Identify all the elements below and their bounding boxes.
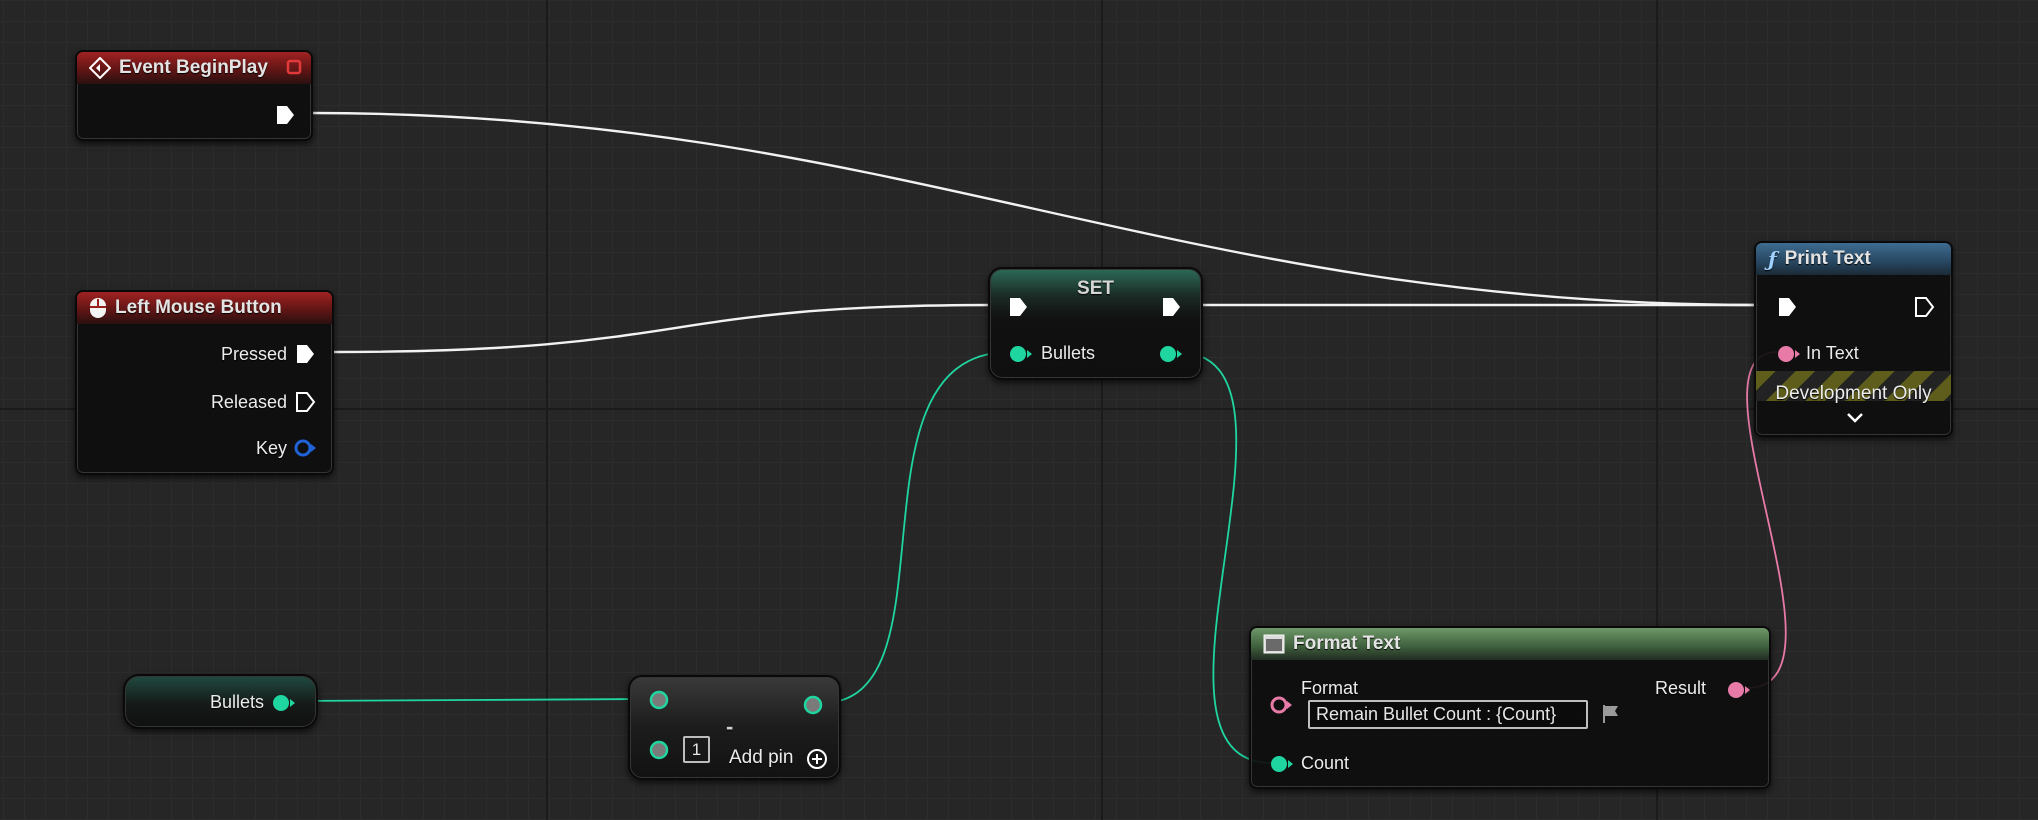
stop-square-icon — [286, 59, 302, 75]
result-label: Result — [1654, 678, 1706, 698]
subtract-input-b-value[interactable]: 1 — [683, 736, 710, 763]
print-exec-in-pin[interactable] — [1776, 296, 1798, 318]
development-only-label: Development Only — [1775, 383, 1932, 404]
format-text-icon — [1263, 634, 1285, 654]
format-label: Format — [1301, 678, 1359, 698]
subtract-input-b-pin[interactable] — [648, 739, 670, 761]
bullets-getter-label: Bullets — [209, 692, 264, 712]
key-label: Key — [255, 438, 287, 458]
format-text-node[interactable]: Format Text Format Remain Bullet Count :… — [1249, 626, 1771, 789]
bullets-getter-node[interactable]: Bullets — [123, 674, 318, 729]
diamond-event-icon — [89, 57, 111, 79]
left-mouse-button-title: Left Mouse Button — [115, 297, 282, 318]
mouse-icon — [90, 298, 106, 318]
function-f-icon: ƒ — [1768, 247, 1777, 271]
set-exec-in-pin[interactable] — [1007, 296, 1029, 318]
released-label: Released — [210, 392, 287, 412]
left-mouse-button-node[interactable]: Left Mouse Button Pressed Released Key — [75, 290, 334, 475]
set-bullets-label: Bullets — [1041, 343, 1096, 363]
released-exec-pin[interactable] — [294, 391, 316, 413]
print-exec-out-pin[interactable] — [1913, 296, 1935, 318]
print-text-node[interactable]: ƒ Print Text In Text Development Only — [1754, 241, 1953, 437]
set-exec-out-pin[interactable] — [1160, 296, 1182, 318]
left-mouse-button-header[interactable]: Left Mouse Button — [77, 292, 332, 324]
pressed-label: Pressed — [220, 344, 287, 364]
subtract-operator-label: - — [726, 714, 734, 739]
pressed-exec-pin[interactable] — [294, 343, 316, 365]
format-text-input[interactable]: Remain Bullet Count : {Count} — [1308, 700, 1588, 729]
set-bullets-out-pin[interactable] — [1158, 343, 1184, 365]
event-beginplay-title: Event BeginPlay — [119, 57, 268, 78]
subtract-node[interactable]: 1 - Add pin — [628, 675, 841, 780]
result-pin[interactable] — [1726, 679, 1752, 701]
format-text-title: Format Text — [1293, 633, 1401, 654]
set-bullets-in-pin[interactable] — [1008, 343, 1034, 365]
print-text-header[interactable]: ƒ Print Text — [1756, 243, 1951, 275]
format-text-header[interactable]: Format Text — [1251, 628, 1769, 660]
int-wire-bullets-to-subtract[interactable] — [292, 698, 651, 702]
event-beginplay-node[interactable]: Event BeginPlay — [75, 50, 313, 141]
add-pin-label[interactable]: Add pin — [729, 747, 793, 769]
exec-out-pin[interactable] — [274, 104, 296, 126]
format-input-pin[interactable] — [1269, 694, 1295, 716]
subtract-input-a-pin[interactable] — [648, 689, 670, 711]
exec-wire-pressed-to-set[interactable] — [332, 303, 994, 354]
event-beginplay-header[interactable]: Event BeginPlay — [77, 52, 311, 84]
set-bullets-node[interactable]: SET Bullets — [988, 267, 1203, 380]
int-wire-subtract-to-set[interactable] — [821, 351, 1011, 704]
count-label: Count — [1301, 753, 1350, 773]
in-text-pin[interactable] — [1776, 343, 1802, 365]
subtract-output-pin[interactable] — [802, 694, 824, 716]
key-struct-pin[interactable] — [293, 437, 317, 459]
add-circle-icon[interactable] — [806, 748, 828, 770]
count-input-pin[interactable] — [1269, 753, 1295, 775]
flag-icon[interactable] — [1600, 703, 1622, 725]
bullets-out-pin[interactable] — [271, 692, 297, 714]
in-text-label: In Text — [1806, 343, 1859, 363]
chevron-down-icon[interactable] — [1845, 410, 1865, 426]
print-text-title: Print Text — [1784, 248, 1871, 269]
